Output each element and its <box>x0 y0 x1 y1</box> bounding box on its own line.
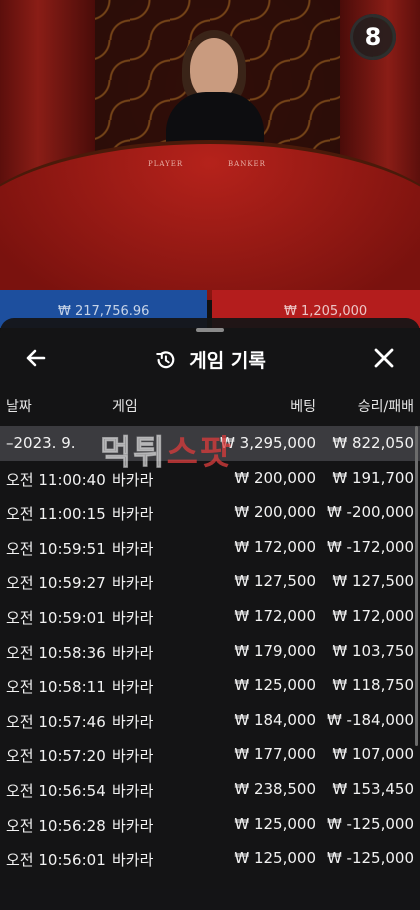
row-game: 바카라 <box>112 781 154 800</box>
history-row[interactable]: 오전 10:59:51 바카라 ₩ 172,000 ₩ -172,000 <box>0 530 420 565</box>
row-win-loss: ₩ 127,500 <box>332 572 414 591</box>
row-bet: ₩ 3,295,000 <box>220 434 316 452</box>
row-win-loss: ₩ 107,000 <box>332 745 414 764</box>
row-win-loss: ₩ 822,050 <box>332 434 414 452</box>
row-bet: ₩ 200,000 <box>234 503 316 522</box>
row-bet: ₩ 125,000 <box>234 814 316 833</box>
row-bet: ₩ 177,000 <box>234 745 316 764</box>
column-bet[interactable]: 베팅 <box>290 396 316 416</box>
row-date: 오전 10:59:51 <box>6 539 106 558</box>
row-date: 오전 10:59:27 <box>6 574 106 593</box>
row-bet: ₩ 172,000 <box>234 537 316 556</box>
row-game: 바카라 <box>112 505 154 524</box>
player-total: ₩ 217,756.96 <box>58 304 150 319</box>
row-game: 바카라 <box>112 851 154 870</box>
summary-row[interactable]: –2023. 9. ₩ 3,295,000 ₩ 822,050 <box>0 426 420 461</box>
column-date[interactable]: 날짜 <box>6 396 32 416</box>
row-date: 오전 11:00:15 <box>6 505 106 524</box>
table-label-banker: BANKER <box>228 160 266 168</box>
row-date: 오전 11:00:40 <box>6 470 106 489</box>
row-win-loss: ₩ 172,000 <box>332 606 414 625</box>
history-icon <box>156 350 175 368</box>
history-row[interactable]: 오전 10:59:27 바카라 ₩ 127,500 ₩ 127,500 <box>0 564 420 599</box>
row-win-loss: ₩ 153,450 <box>332 779 414 798</box>
row-date: 오전 10:58:36 <box>6 643 106 662</box>
row-bet: ₩ 172,000 <box>234 606 316 625</box>
history-row[interactable]: 오전 10:57:20 바카라 ₩ 177,000 ₩ 107,000 <box>0 737 420 772</box>
dealer-head <box>190 38 238 100</box>
history-row[interactable]: 오전 11:00:15 바카라 ₩ 200,000 ₩ -200,000 <box>0 495 420 530</box>
row-game: 바카라 <box>112 747 154 766</box>
scrollbar[interactable] <box>415 426 418 746</box>
row-game: 바카라 <box>112 643 154 662</box>
row-game: 바카라 <box>112 816 154 835</box>
row-date: 오전 10:57:20 <box>6 747 106 766</box>
row-date: 오전 10:59:01 <box>6 608 106 627</box>
history-row[interactable]: 오전 10:58:36 바카라 ₩ 179,000 ₩ 103,750 <box>0 634 420 669</box>
row-win-loss: ₩ -184,000 <box>326 710 414 729</box>
row-bet: ₩ 184,000 <box>234 710 316 729</box>
modal-title: 게임 기록 <box>189 350 266 372</box>
row-game: 바카라 <box>112 608 154 627</box>
banker-total: ₩ 1,205,000 <box>284 304 368 319</box>
title-group: 게임 기록 <box>0 346 420 373</box>
row-win-loss: ₩ 191,700 <box>332 468 414 487</box>
round-timer: 8 <box>350 14 396 60</box>
row-game: 바카라 <box>112 539 154 558</box>
row-game: 바카라 <box>112 574 154 593</box>
row-bet: ₩ 179,000 <box>234 641 316 660</box>
row-bet: ₩ 125,000 <box>234 849 316 868</box>
row-bet: ₩ 238,500 <box>234 779 316 798</box>
row-date: –2023. 9. <box>6 434 76 452</box>
history-row[interactable]: 오전 10:57:46 바카라 ₩ 184,000 ₩ -184,000 <box>0 703 420 738</box>
column-win-loss[interactable]: 승리/패배 <box>358 396 414 416</box>
history-row[interactable]: 오전 10:56:01 바카라 ₩ 125,000 ₩ -125,000 <box>0 841 420 876</box>
row-bet: ₩ 127,500 <box>234 572 316 591</box>
row-win-loss: ₩ -172,000 <box>326 537 414 556</box>
row-date: 오전 10:57:46 <box>6 712 106 731</box>
game-history-modal: 게임 기록 날짜 게임 베팅 승리/패배 –2023. 9. ₩ 3,295,00… <box>0 318 420 910</box>
row-game: 바카라 <box>112 712 154 731</box>
row-date: 오전 10:58:11 <box>6 678 106 697</box>
history-row[interactable]: 오전 10:59:01 바카라 ₩ 172,000 ₩ 172,000 <box>0 599 420 634</box>
modal-header: 게임 기록 <box>0 338 420 378</box>
row-game: 바카라 <box>112 678 154 697</box>
row-date: 오전 10:56:28 <box>6 816 106 835</box>
baccarat-table <box>0 140 420 300</box>
table-header: 날짜 게임 베팅 승리/패배 <box>0 396 420 418</box>
history-row[interactable]: 오전 10:56:54 바카라 ₩ 238,500 ₩ 153,450 <box>0 772 420 807</box>
history-list: –2023. 9. ₩ 3,295,000 ₩ 822,050 오전 11:00:40… <box>0 426 420 876</box>
history-row[interactable]: 오전 11:00:40 바카라 ₩ 200,000 ₩ 191,700 <box>0 461 420 496</box>
row-win-loss: ₩ 103,750 <box>332 641 414 660</box>
history-row[interactable]: 오전 10:56:28 바카라 ₩ 125,000 ₩ -125,000 <box>0 807 420 842</box>
column-game[interactable]: 게임 <box>112 396 138 416</box>
row-win-loss: ₩ -125,000 <box>326 814 414 833</box>
row-bet: ₩ 125,000 <box>234 676 316 695</box>
row-date: 오전 10:56:54 <box>6 781 106 800</box>
drag-handle[interactable] <box>196 328 224 332</box>
row-game: 바카라 <box>112 470 154 489</box>
row-bet: ₩ 200,000 <box>234 468 316 487</box>
row-win-loss: ₩ 118,750 <box>332 676 414 695</box>
history-row[interactable]: 오전 10:58:11 바카라 ₩ 125,000 ₩ 118,750 <box>0 668 420 703</box>
row-date: 오전 10:56:01 <box>6 851 106 870</box>
row-win-loss: ₩ -125,000 <box>326 849 414 868</box>
table-label-player: PLAYER <box>148 160 184 168</box>
row-win-loss: ₩ -200,000 <box>326 503 414 522</box>
close-icon[interactable] <box>368 342 400 374</box>
